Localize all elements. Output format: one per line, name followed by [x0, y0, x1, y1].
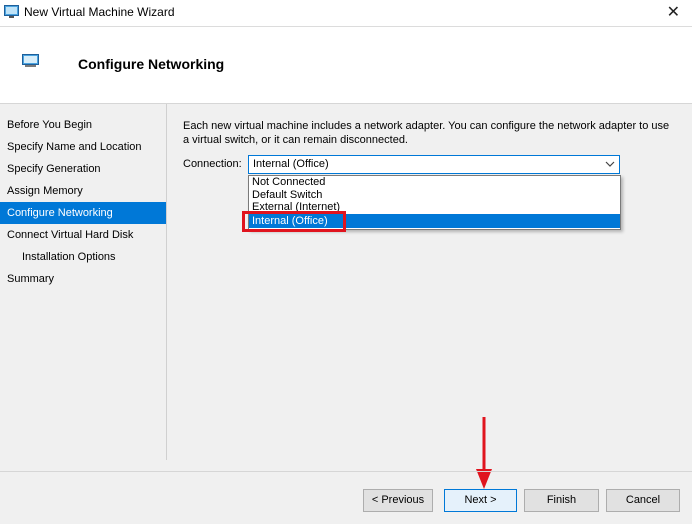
nav-item-specify-generation[interactable]: Specify Generation: [0, 158, 166, 180]
nav-divider: [166, 104, 167, 460]
finish-button[interactable]: Finish: [524, 489, 599, 512]
nav-item-summary[interactable]: Summary: [0, 268, 166, 290]
virtual-machine-icon: [4, 5, 19, 18]
connection-label: Connection:: [183, 158, 242, 170]
annotation-arrow: [476, 417, 492, 489]
nav-item-specify-name-and-location[interactable]: Specify Name and Location: [0, 136, 166, 158]
nav-item-before-you-begin[interactable]: Before You Begin: [0, 114, 166, 136]
footer-divider: [0, 471, 692, 472]
close-icon[interactable]: ✕: [667, 2, 680, 22]
window-title: New Virtual Machine Wizard: [24, 5, 175, 19]
connection-select-value: Internal (Office): [253, 158, 329, 170]
chevron-down-icon: [605, 161, 615, 167]
nav-item-installation-options[interactable]: Installation Options: [0, 246, 166, 268]
cancel-button[interactable]: Cancel: [606, 489, 680, 512]
annotation-highlight-box: [242, 211, 346, 232]
nav-item-connect-virtual-hard-disk[interactable]: Connect Virtual Hard Disk: [0, 224, 166, 246]
next-button[interactable]: Next >: [444, 489, 517, 512]
nav-item-assign-memory[interactable]: Assign Memory: [0, 180, 166, 202]
title-bar: New Virtual Machine Wizard ✕: [0, 0, 692, 27]
network-adapter-icon: [22, 54, 39, 67]
wizard-steps-nav: Before You Begin Specify Name and Locati…: [0, 114, 166, 290]
option-not-connected[interactable]: Not Connected: [249, 176, 620, 189]
previous-button[interactable]: < Previous: [363, 489, 433, 512]
option-default-switch[interactable]: Default Switch: [249, 189, 620, 202]
networking-description: Each new virtual machine includes a netw…: [183, 120, 670, 146]
nav-item-configure-networking[interactable]: Configure Networking: [0, 202, 166, 224]
page-header: Configure Networking: [0, 27, 692, 104]
page-title: Configure Networking: [78, 56, 225, 72]
connection-select[interactable]: Internal (Office): [248, 155, 620, 174]
